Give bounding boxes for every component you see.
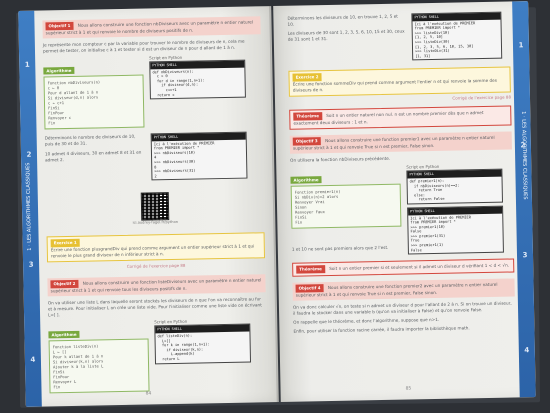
right-algo-line: Fin	[295, 219, 303, 225]
text-2: Déterminons le nombre de diviseurs de 10…	[44, 133, 136, 147]
objective-3-text: Nous allons construire une fonction prem…	[292, 135, 495, 152]
right-text-2: Les diviseurs de 30 sont 1, 2, 3, 5, 6, …	[287, 28, 405, 42]
algo-1-label: Algorithme	[43, 66, 75, 75]
left-sidebar-number-2: 2	[26, 150, 32, 159]
qr-code-icon[interactable]	[140, 192, 170, 221]
theorem-1-box: Théorème Soit n un entier naturel non nu…	[289, 105, 512, 131]
algo-2-row: Algorithme Fonction listeDiv(n) L ← [] P…	[48, 318, 267, 394]
left-sidebar-number-1: 1	[24, 60, 30, 69]
python-shell-2-body: Ici à l'exécution de PREMIER from PREMIER…	[152, 139, 247, 180]
code-line: return c	[152, 92, 175, 97]
algo-2-column: Algorithme Fonction listeDiv(n) L ← [] P…	[48, 320, 150, 394]
objective-4-text: Nous allons construire une fonction prem…	[295, 282, 498, 298]
algo-1-box: Fonction nbDiviseurs(n) c ← 0 Pour d all…	[43, 74, 145, 130]
corrige-note-1: Corrigé de l'exercice page 88	[126, 263, 186, 270]
right-python-shell-3-body: Ici à l'exécution de PREMIER from PREMIER…	[408, 213, 503, 254]
text-4: On va utiliser une liste L dans laquelle…	[47, 296, 262, 318]
right-page-number: 85	[405, 386, 412, 392]
text-3: 10 admet 4 diviseurs, 30 en admet 8 et 3…	[44, 149, 142, 163]
code-line: return False	[409, 197, 445, 202]
right-sidebar-label: 1 · LES ALGORITHMES CLASSIQUES	[520, 111, 528, 200]
book-spread: 1 · LES ALGORITHMES CLASSIQUES 1 2 3 4 O…	[18, 1, 536, 409]
right-python-shell-3: PYTHON SHELL Ici à l'exécution de PREMIE…	[407, 205, 504, 255]
left-page-content: Objectif 1 Nous allons construire une fo…	[42, 16, 267, 394]
python-shell-1: PYTHON SHELL def nbDiviseurs(n): c = 0 f…	[149, 59, 246, 100]
photo-background: 1 · LES ALGORITHMES CLASSIQUES 1 2 3 4 O…	[0, 0, 550, 413]
left-page-number: 84	[145, 391, 152, 397]
shell-2-row: Déterminons le nombre de diviseurs de 10…	[45, 131, 264, 183]
right-algo-label: Algorithme	[290, 176, 322, 185]
exercise-1-text: Écrire une fonction plusgrandDiv qui pre…	[50, 243, 255, 259]
right-python-shell-2-body: def premier1(n): if nbDiviseurs(n)==2: r…	[408, 177, 502, 204]
left-sidebar-number-3: 3	[28, 260, 34, 269]
objective-4: Objectif 4 Nous allons construire une fo…	[292, 278, 515, 301]
shell-2-text-column: Déterminons le nombre de diviseurs de 10…	[45, 134, 146, 183]
algo-1-column: Algorithme Fonction nbDiviseurs(n) c ← 0…	[43, 56, 145, 130]
python-shell-2: PYTHON SHELL Ici à l'exécution de PREMIE…	[150, 131, 248, 181]
left-sidebar-label: 1 · LES ALGORITHMES CLASSIQUES	[25, 162, 33, 251]
intro-text: Je représente mon compteur c par la vari…	[42, 38, 245, 54]
right-algo-box: Fonction premier1(n) Si nbDiv(n)=2 alors…	[290, 183, 402, 230]
right-sidebar-number-3: 3	[522, 251, 528, 260]
python-shell-2-column: PYTHON SHELL Ici à l'exécution de PREMIE…	[150, 131, 248, 181]
algo-1-row: Algorithme Fonction nbDiviseurs(n) c ← 0…	[43, 53, 262, 130]
objective-3: Objectif 3 Nous allons construire une fo…	[289, 131, 512, 155]
right-text-1: Déterminons les diviseurs de 10, en trou…	[287, 13, 398, 27]
python-shell-1-body: def nbDiviseurs(n): c = 0 for d in range…	[150, 67, 245, 98]
algo-2-box: Fonction listeDiv(n) L ← [] Pour k allan…	[48, 338, 150, 394]
right-text-7: Enfin, pour utiliser la fonction racine …	[293, 325, 470, 334]
code-line: [1, 31]	[415, 53, 431, 59]
python-3-column: Script en Python PYTHON SHELL def listeD…	[154, 318, 252, 392]
exercise-1-box: Exercice 1 Écrire une fonction plusgrand…	[46, 232, 266, 263]
right-algo-column: Algorithme Fonction premier1(n) Si nbDiv…	[290, 165, 402, 257]
right-top-row: Déterminons les diviseurs de 10, en trou…	[287, 11, 510, 64]
python-shell-3: PYTHON SHELL def listeDiv(n): L=[] for k…	[154, 323, 252, 364]
right-python-column: Script en Python PYTHON SHELL def premie…	[406, 163, 504, 255]
theorem-2-text: Soit n un entier premier si et seulement…	[329, 262, 510, 272]
exercise-2-box: Exercice 2 Écrire une fonction sommeDiv …	[288, 66, 511, 98]
exercise-2-text: Écrire une fonction sommeDiv qui prend c…	[292, 78, 497, 94]
right-sidebar-number-2: 2	[520, 141, 526, 150]
objective-1: Objectif 1 Nous allons construire une fo…	[42, 16, 261, 39]
left-page: 1 · LES ALGORITHMES CLASSIQUES 1 2 3 4 O…	[18, 6, 279, 407]
algo-2-label: Algorithme	[48, 331, 80, 339]
right-text-5: On va donc calculer √n, on teste si n ad…	[292, 300, 512, 316]
right-shell-1-column: PYTHON SHELL Ici à l'exécution de PREMIE…	[411, 11, 503, 61]
objective-2: Objectif 2 Nous allons construire une fo…	[47, 274, 266, 297]
left-sidebar-number-4: 4	[30, 355, 36, 364]
right-page: 1 · LES ALGORITHMES CLASSIQUES 1 2 3 4 D…	[273, 1, 536, 402]
python-1-column: Script en Python PYTHON SHELL def nbDivi…	[149, 54, 246, 128]
right-algo-row: Algorithme Fonction premier1(n) Si nbDiv…	[290, 163, 514, 257]
right-top-text: Déterminons les diviseurs de 10, en trou…	[287, 14, 406, 64]
right-page-content: Déterminons les diviseurs de 10, en trou…	[287, 11, 515, 335]
right-python-shell-1-body: Ici à l'exécution de PREMIER from PREMIER…	[412, 19, 501, 59]
right-sidebar-number-1: 1	[518, 41, 524, 50]
theorem-2-box: Théorème Soit n un entier premier si et …	[292, 258, 515, 277]
objective-1-text: Nous allons construire une fonction nbDi…	[45, 19, 254, 36]
python-shell-3-body: def listeDiv(n): L=[] for k in range(1,n…	[155, 331, 250, 362]
qr-caption: ici.audrey-fagel.fr/python	[132, 220, 179, 226]
qr-block: ici.audrey-fagel.fr/python	[46, 191, 265, 227]
code-line: return L	[157, 356, 180, 362]
right-python-shell-2: PYTHON SHELL def premier1(n): if nbDivis…	[406, 169, 503, 205]
right-python-shell-1: PYTHON SHELL Ici à l'exécution de PREMIE…	[411, 11, 503, 61]
objective-2-text: Nous allons construire une fonction list…	[50, 277, 262, 294]
theorem-2-label: Théorème	[296, 265, 325, 274]
right-sidebar-number-4: 4	[524, 346, 530, 355]
